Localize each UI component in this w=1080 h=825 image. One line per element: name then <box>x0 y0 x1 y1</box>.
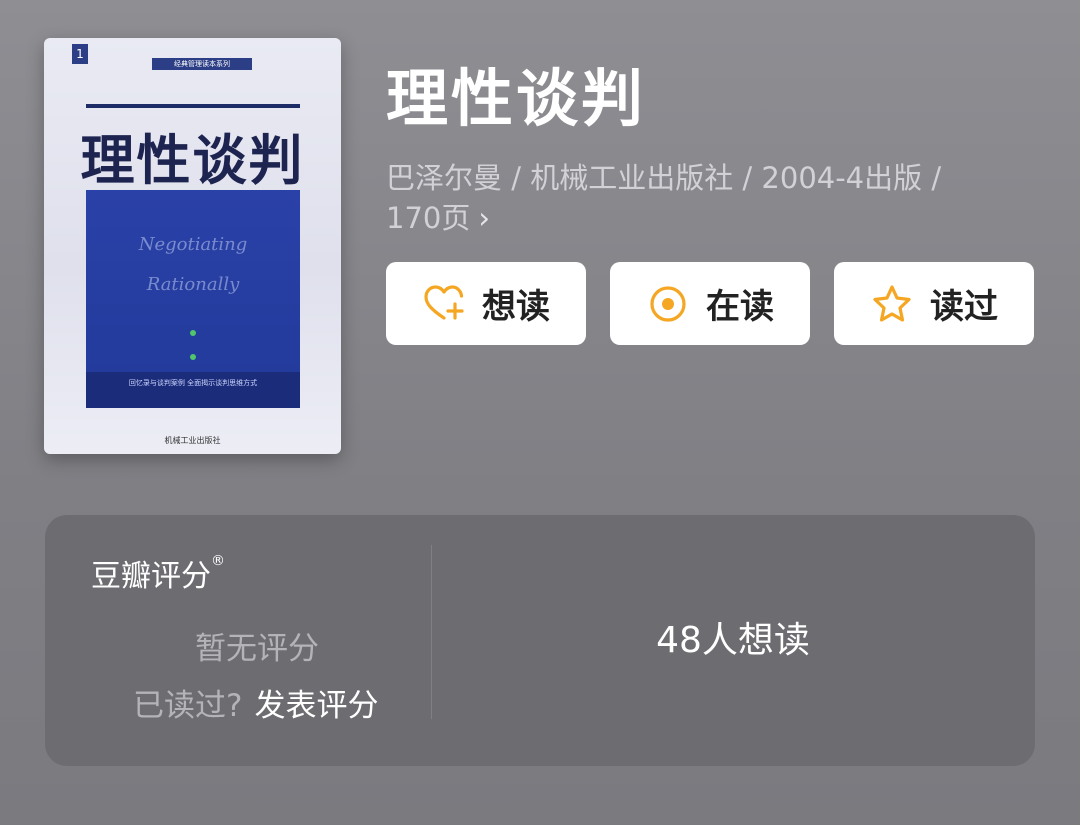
want-to-read-button[interactable]: 想读 <box>386 262 586 345</box>
book-pages: 170页 <box>386 201 471 235</box>
cover-publisher-logo: 1 <box>72 44 88 64</box>
book-title: 理性谈判 <box>386 62 647 135</box>
heart-plus-icon <box>424 284 464 320</box>
cover-script-line-1: Negotiating <box>138 234 248 255</box>
rate-prompt: 已读过? 发表评分 <box>133 680 378 725</box>
star-icon <box>873 284 911 322</box>
want-to-read-count[interactable]: 48人想读 <box>431 611 1035 663</box>
cover-rule <box>86 104 300 108</box>
have-read-button[interactable]: 读过 <box>834 262 1034 345</box>
cover-subtitle: 回忆录与谈判案例 全面揭示谈判思维方式 <box>86 372 300 408</box>
rate-link[interactable]: 发表评分 <box>254 688 378 724</box>
cover-series-label: 经典管理读本系列 <box>152 58 252 70</box>
cover-dot <box>190 330 196 336</box>
book-cover[interactable]: 1 经典管理读本系列 理性谈判 Negotiating Rationally 回… <box>44 38 341 454</box>
cover-publisher: 机械工业出版社 <box>164 436 221 445</box>
reading-status-actions: 想读 在读 读过 <box>386 262 1034 345</box>
book-meta[interactable]: 巴泽尔曼 / 机械工业出版社 / 2004-4出版 / 170页 › <box>386 158 1026 238</box>
cover-script-line-2: Rationally <box>146 274 240 295</box>
target-circle-icon <box>650 285 686 322</box>
rating-label: 豆瓣评分® <box>91 553 225 594</box>
registered-mark: ® <box>211 553 225 569</box>
book-meta-line-1: 巴泽尔曼 / 机械工业出版社 / 2004-4出版 / <box>386 161 942 195</box>
reading-button[interactable]: 在读 <box>610 262 810 345</box>
cover-dot <box>190 354 196 360</box>
read-question: 已读过? <box>133 688 243 724</box>
cover-title: 理性谈判 <box>80 128 305 192</box>
want-to-read-label: 想读 <box>482 287 550 327</box>
rating-card: 豆瓣评分® 暂无评分 已读过? 发表评分 48人想读 <box>45 515 1035 766</box>
reading-label: 在读 <box>706 287 774 327</box>
chevron-right-icon: › <box>478 201 490 235</box>
have-read-label: 读过 <box>930 287 998 327</box>
book-meta-line-2: 170页 › <box>386 198 1026 238</box>
rating-status: 暂无评分 <box>195 631 319 667</box>
